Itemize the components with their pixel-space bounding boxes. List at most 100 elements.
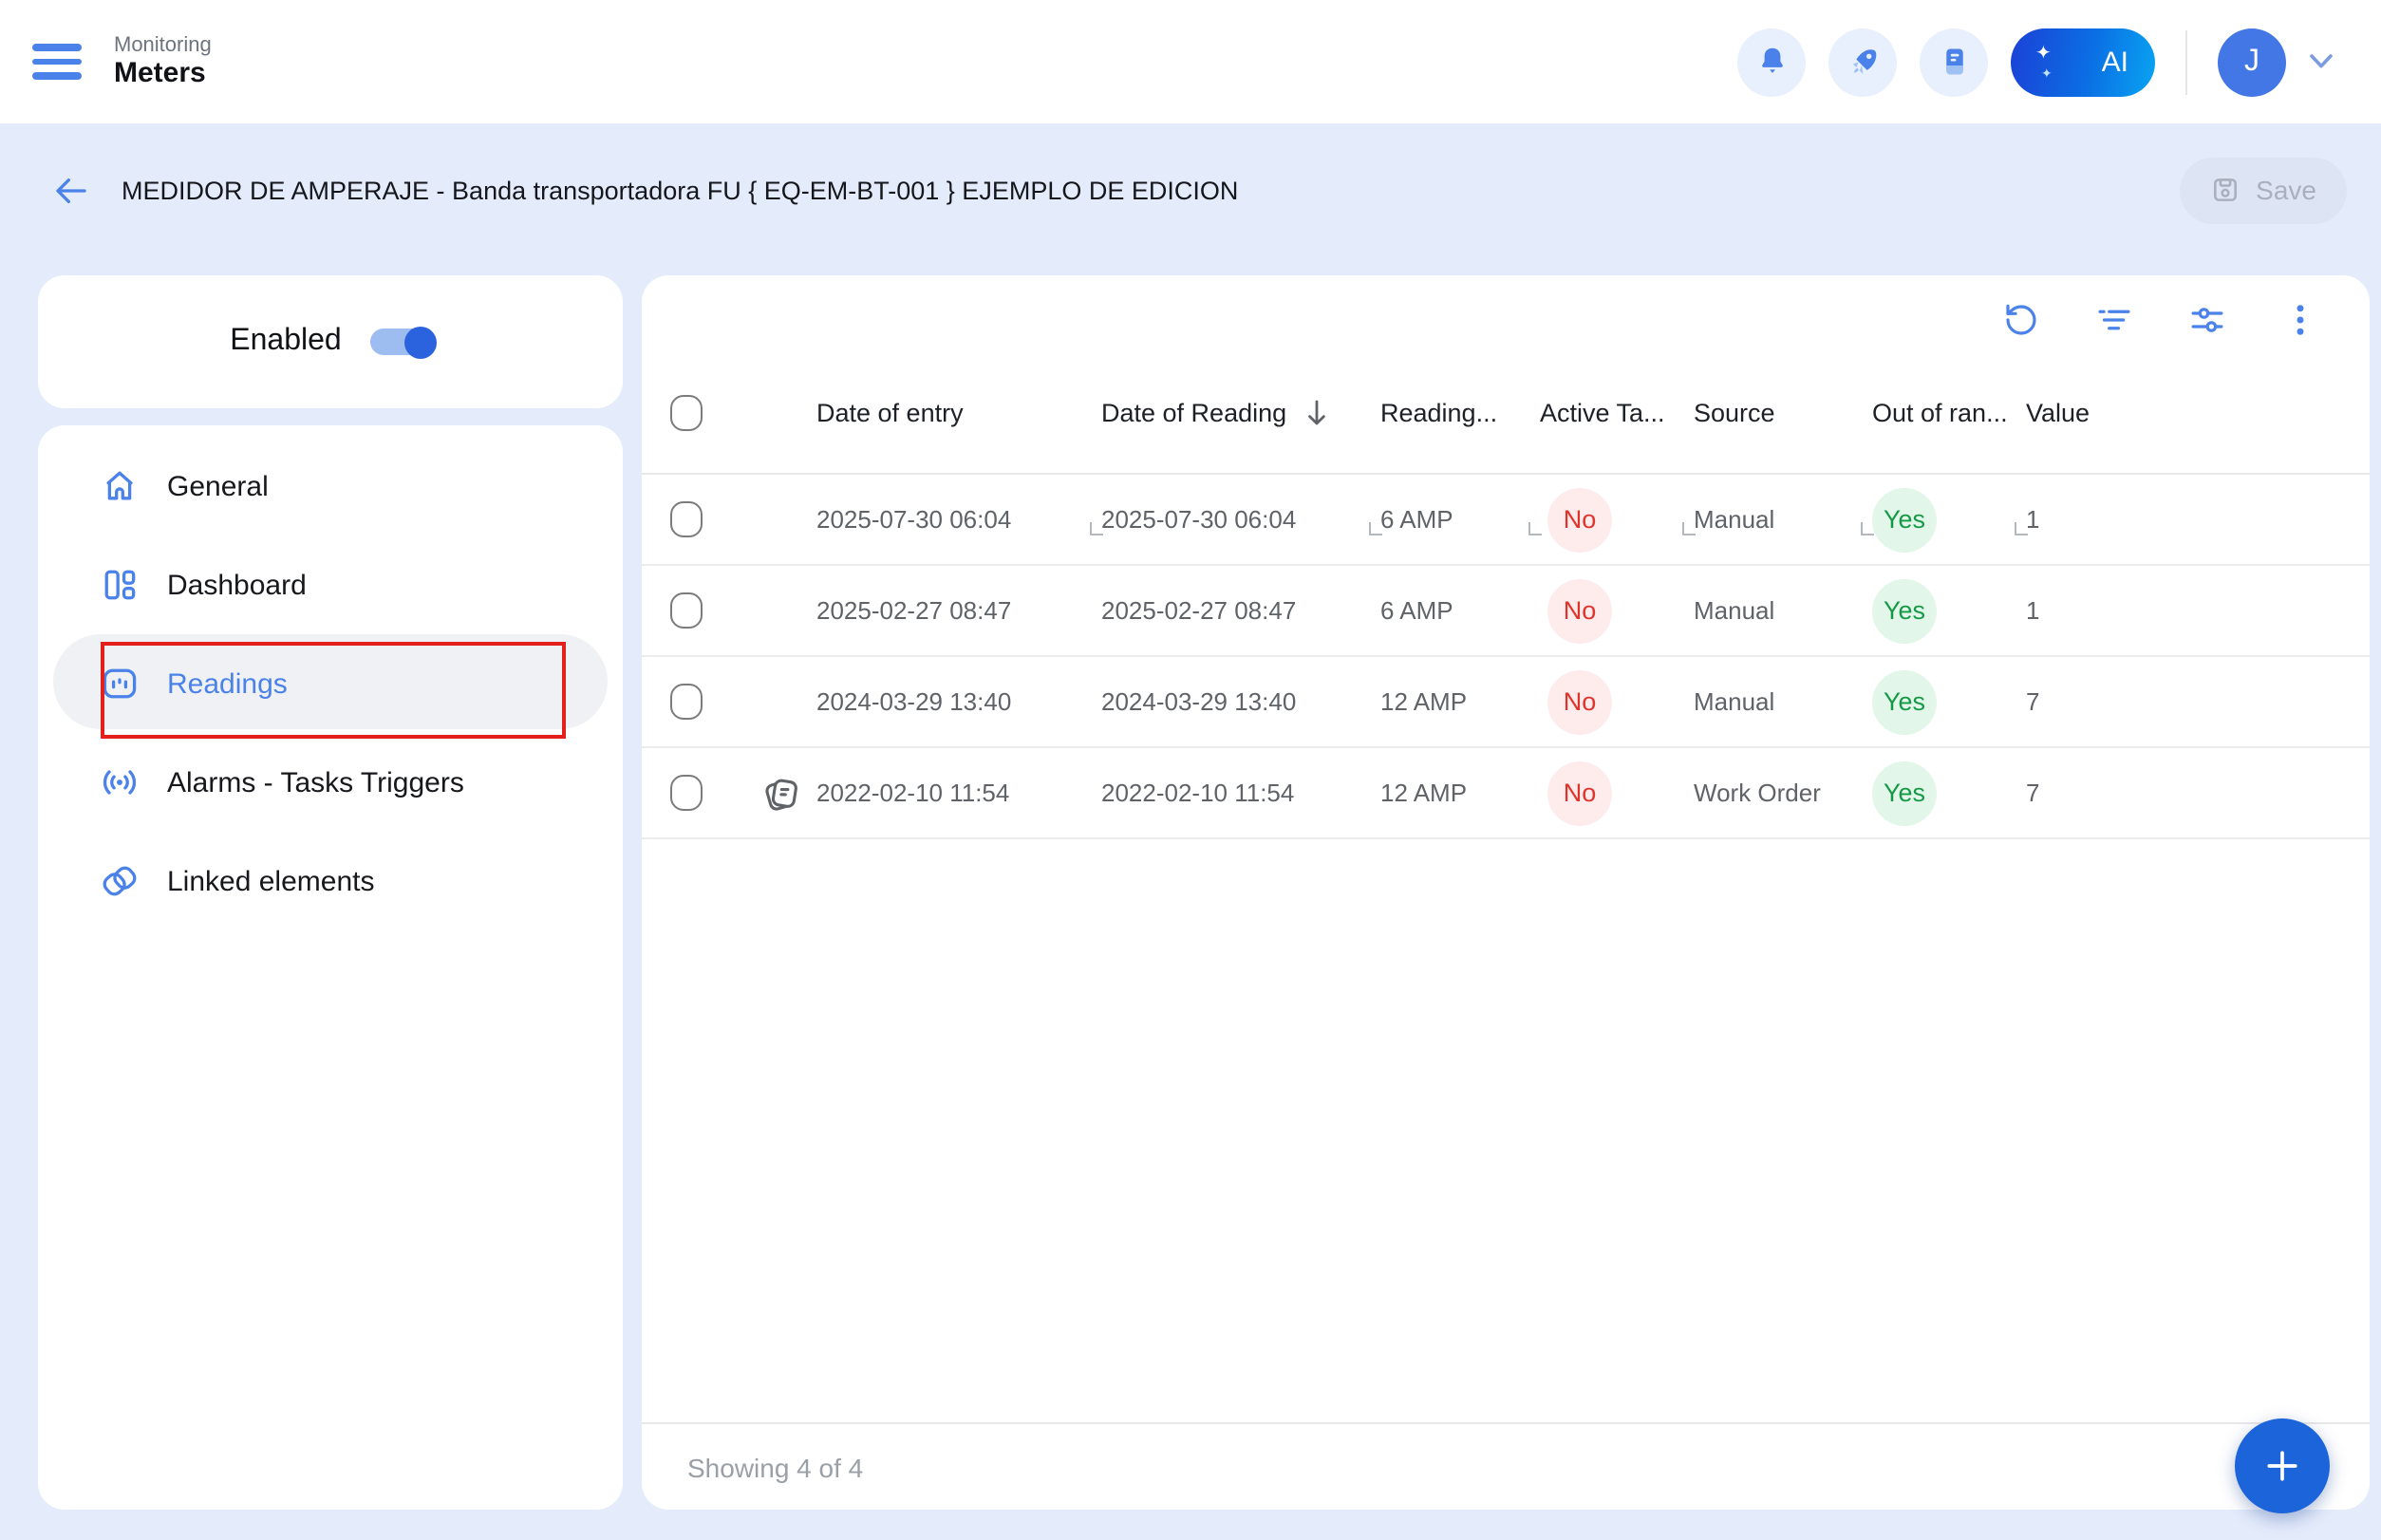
top-bar: Monitoring Meters ✦ ✦ AI: [0, 0, 2381, 123]
sidebar-item-alarms[interactable]: Alarms - Tasks Triggers: [38, 733, 623, 832]
sidebar-item-label: Readings: [167, 667, 288, 700]
row-checkbox[interactable]: [670, 684, 703, 720]
value-cell: 1: [2026, 596, 2039, 625]
sidebar-item-label: Dashboard: [167, 569, 307, 601]
user-avatar[interactable]: J: [2218, 28, 2286, 96]
row-checkbox[interactable]: [670, 592, 703, 629]
readings-panel: Date of entry Date of Reading Reading...…: [642, 275, 2370, 1510]
table-row[interactable]: 2022-02-10 11:54 2022-02-10 11:54 12 AMP…: [642, 748, 2370, 839]
date-of-reading: 2025-07-30 06:04: [1101, 505, 1296, 534]
save-button[interactable]: Save: [2180, 157, 2347, 223]
dashboard-icon: [99, 564, 141, 606]
reading-value: 6 AMP: [1380, 505, 1453, 534]
reading-value: 12 AMP: [1380, 779, 1467, 807]
filter-icon[interactable]: [2092, 298, 2134, 340]
tune-icon[interactable]: [2185, 298, 2227, 340]
enabled-card: Enabled: [38, 275, 623, 408]
table-footer: Showing 4 of 4: [642, 1422, 2370, 1510]
table-header: Date of entry Date of Reading Reading...…: [642, 351, 2370, 475]
date-of-entry: 2022-02-10 11:54: [816, 779, 1009, 807]
row-checkbox[interactable]: [670, 775, 703, 811]
column-header-active-task[interactable]: Active Ta...: [1540, 398, 1694, 426]
link-icon: [99, 860, 141, 902]
sidebar-item-general[interactable]: General: [38, 437, 623, 535]
save-icon: [2210, 175, 2240, 205]
source-value: Work Order: [1694, 779, 1821, 807]
divider: [2185, 29, 2187, 94]
page-header: MEDIDOR DE AMPERAJE - Banda transportado…: [0, 123, 2381, 256]
notifications-button[interactable]: [1737, 28, 1806, 96]
more-vertical-icon[interactable]: [2278, 298, 2320, 340]
out-of-range-badge: Yes: [1872, 761, 1937, 825]
topbar-actions: ✦ ✦ AI J: [1737, 28, 2334, 96]
date-of-reading: 2022-02-10 11:54: [1101, 779, 1294, 807]
refresh-icon[interactable]: [1999, 298, 2041, 340]
source-value: Manual: [1694, 687, 1774, 716]
row-checkbox[interactable]: [670, 501, 703, 537]
date-of-entry: 2024-03-29 13:40: [816, 687, 1011, 716]
sidebar-item-label: Alarms - Tasks Triggers: [167, 766, 464, 798]
table-row[interactable]: 2025-07-30 06:04 2025-07-30 06:04 6 AMP …: [642, 475, 2370, 566]
sparkle-icon: ✦: [2041, 66, 2053, 81]
active-task-badge: No: [1547, 578, 1612, 643]
value-cell: 7: [2026, 687, 2039, 716]
date-of-entry: 2025-07-30 06:04: [816, 505, 1011, 534]
plus-icon: [2261, 1445, 2303, 1487]
sort-desc-icon[interactable]: [1303, 398, 1328, 426]
sidebar-item-label: Linked elements: [167, 865, 374, 897]
column-header-reading[interactable]: Reading...: [1380, 398, 1540, 426]
table-row[interactable]: 2024-03-29 13:40 2024-03-29 13:40 12 AMP…: [642, 657, 2370, 748]
notes-icon: [1936, 44, 1972, 80]
broadcast-icon: [99, 761, 141, 803]
record-title: MEDIDOR DE AMPERAJE - Banda transportado…: [122, 176, 1238, 204]
table-row[interactable]: 2025-02-27 08:47 2025-02-27 08:47 6 AMP …: [642, 566, 2370, 657]
sidebar-item-linked-elements[interactable]: Linked elements: [38, 832, 623, 930]
save-label: Save: [2256, 175, 2316, 205]
add-reading-fab[interactable]: [2235, 1418, 2330, 1513]
table-body: 2025-07-30 06:04 2025-07-30 06:04 6 AMP …: [642, 475, 2370, 839]
column-header-source[interactable]: Source: [1694, 398, 1872, 426]
rocket-icon: [1845, 44, 1881, 80]
ai-label: AI: [2102, 46, 2128, 78]
active-task-badge: No: [1547, 487, 1612, 552]
chevron-down-icon[interactable]: [2309, 53, 2334, 70]
out-of-range-badge: Yes: [1872, 669, 1937, 734]
page-title: Meters: [114, 57, 212, 90]
source-value: Manual: [1694, 505, 1774, 534]
reading-value: 6 AMP: [1380, 596, 1453, 625]
source-value: Manual: [1694, 596, 1774, 625]
out-of-range-badge: Yes: [1872, 487, 1937, 552]
enabled-toggle[interactable]: [370, 326, 431, 358]
section-label: Monitoring: [114, 33, 212, 57]
date-of-reading: 2024-03-29 13:40: [1101, 687, 1296, 716]
column-header-date-of-reading[interactable]: Date of Reading: [1101, 398, 1380, 426]
avatar-initial: J: [2244, 45, 2259, 79]
sidebar-menu: General Dashboard Readings Alarms - Task…: [38, 425, 623, 1510]
out-of-range-badge: Yes: [1872, 578, 1937, 643]
date-of-entry: 2025-02-27 08:47: [816, 596, 1011, 625]
sidebar-item-label: General: [167, 470, 269, 502]
work-order-icon: [759, 771, 803, 815]
value-cell: 7: [2026, 779, 2039, 807]
sidebar-item-dashboard[interactable]: Dashboard: [38, 535, 623, 634]
showing-count: Showing 4 of 4: [687, 1452, 863, 1482]
breadcrumb: Monitoring Meters: [114, 33, 212, 90]
sidebar-item-readings[interactable]: Readings: [38, 634, 623, 733]
active-task-badge: No: [1547, 669, 1612, 734]
value-cell: 1: [2026, 505, 2039, 534]
column-header-value[interactable]: Value: [2026, 398, 2370, 426]
column-header-date-of-entry[interactable]: Date of entry: [756, 398, 1101, 426]
home-icon: [99, 465, 141, 507]
select-all-checkbox[interactable]: [670, 394, 703, 430]
launch-button[interactable]: [1828, 28, 1897, 96]
ai-assistant-button[interactable]: ✦ ✦ AI: [2011, 28, 2155, 96]
meter-icon: [99, 663, 141, 704]
app-window: Monitoring Meters ✦ ✦ AI: [0, 0, 2381, 1540]
sparkle-icon: ✦: [2035, 43, 2052, 64]
enabled-label: Enabled: [230, 325, 341, 359]
hamburger-menu-icon[interactable]: [32, 44, 82, 80]
back-button[interactable]: [47, 167, 93, 213]
notes-button[interactable]: [1920, 28, 1988, 96]
table-toolbar: [1999, 298, 2320, 340]
column-header-out-of-range[interactable]: Out of ran...: [1872, 398, 2026, 426]
